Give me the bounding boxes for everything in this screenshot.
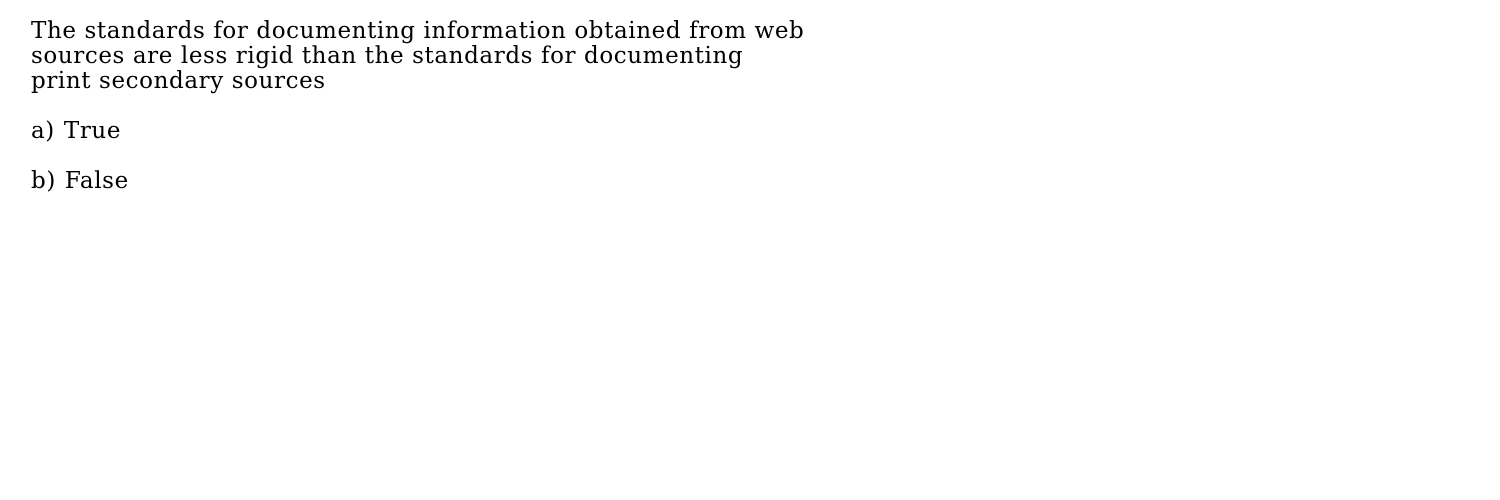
question-text-line-3: print secondary sources <box>31 68 326 94</box>
option-label: False <box>64 168 129 194</box>
answer-options: a) True b) False <box>31 119 1031 194</box>
quiz-question: The standards for documenting informatio… <box>31 19 1031 219</box>
option-letter: a) <box>31 118 55 144</box>
option-false[interactable]: b) False <box>31 169 1031 194</box>
question-text-line-2: sources are less rigid than the standard… <box>31 43 744 69</box>
option-label: True <box>63 118 122 144</box>
option-letter: b) <box>31 168 56 194</box>
option-true[interactable]: a) True <box>31 119 1031 144</box>
question-text-line-1: The standards for documenting informatio… <box>31 18 805 44</box>
